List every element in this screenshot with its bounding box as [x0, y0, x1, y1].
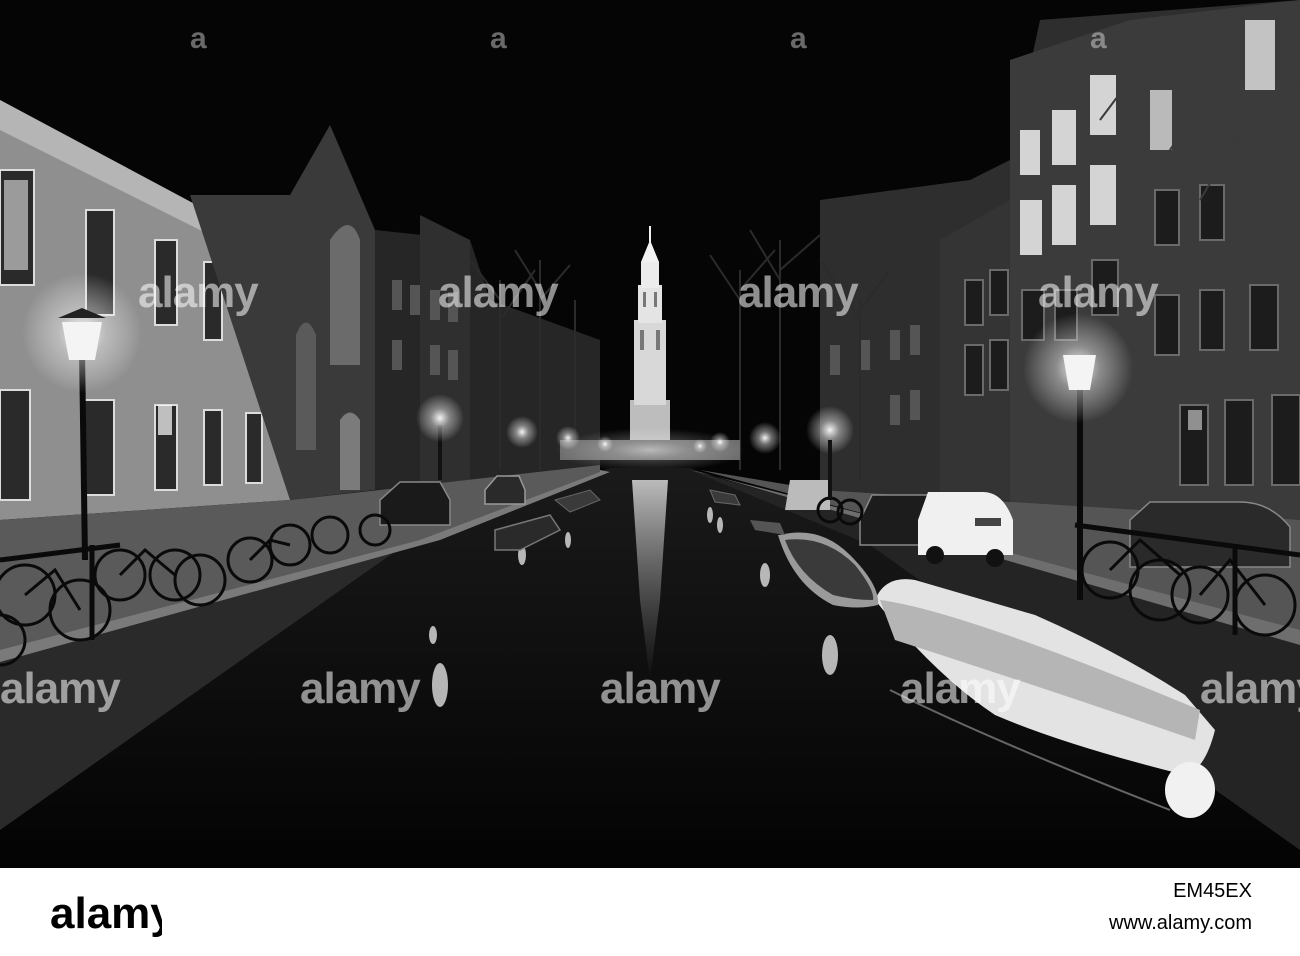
watermark-logo: alamy: [1038, 268, 1159, 317]
watermark-logo: alamy: [1200, 664, 1300, 713]
canal-photo: [0, 0, 1300, 868]
footer-url[interactable]: www.alamy.com: [1109, 912, 1252, 935]
watermark-logo: alamy: [900, 664, 1021, 713]
watermark-a: a: [1090, 22, 1107, 55]
watermark-logo: alamy: [0, 664, 121, 713]
watermark-logo: alamy: [600, 664, 721, 713]
watermark-a: a: [190, 22, 207, 55]
watermark-logo: alamy: [300, 664, 421, 713]
alamy-wordmark: alamy: [50, 889, 162, 938]
image-id: EM45EX: [1173, 880, 1252, 902]
footer-bar: alamy: [0, 868, 1300, 956]
watermark-logo: alamy: [138, 268, 259, 317]
watermark-a: a: [490, 22, 507, 55]
watermark-logo: alamy: [438, 268, 559, 317]
watermark-logo: alamy: [738, 268, 859, 317]
watermark-a: a: [790, 22, 807, 55]
alamy-logo: alamy: [50, 882, 162, 942]
